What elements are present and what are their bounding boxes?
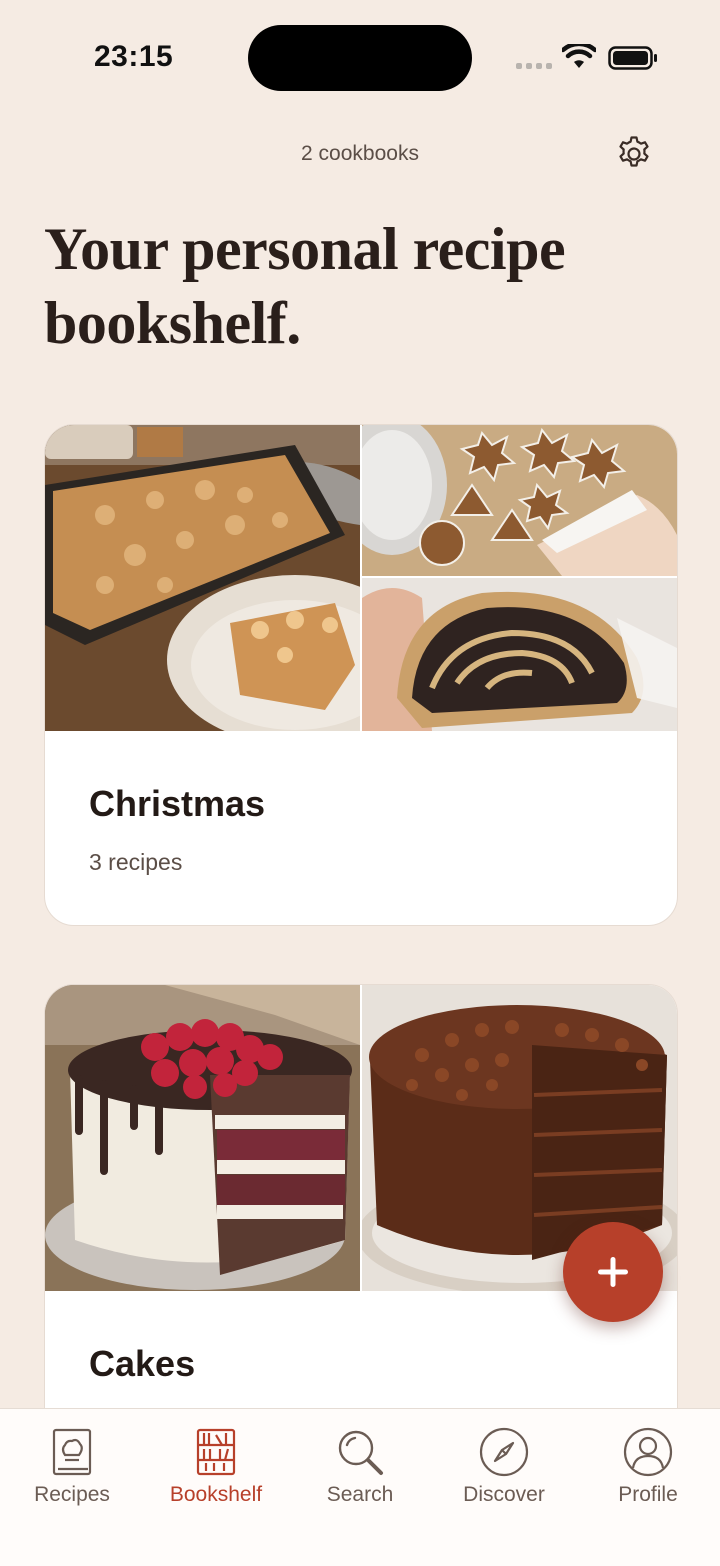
tab-recipes[interactable]: Recipes: [0, 1427, 144, 1507]
recipe-photo-gingerbread: [362, 425, 677, 576]
page-headline: Your personal recipe bookshelf.: [44, 216, 566, 356]
search-icon: [338, 1430, 383, 1475]
compass-icon: [479, 1427, 529, 1477]
status-time: 23:15: [94, 40, 174, 73]
tab-label: Bookshelf: [169, 1483, 263, 1506]
profile-icon: [623, 1427, 673, 1477]
cookbook-title: Cakes: [89, 1343, 196, 1384]
plus-icon: [598, 1257, 628, 1287]
cookbook-card-christmas[interactable]: Christmas 3 recipes: [44, 424, 678, 926]
cookbook-icon: [52, 1428, 92, 1476]
recipe-photo-raspberry-cake: [45, 985, 360, 1291]
cookbook-count: 2 cookbooks: [301, 142, 419, 165]
tab-label: Discover: [463, 1483, 545, 1506]
tab-profile[interactable]: Profile: [576, 1427, 720, 1507]
cookbook-cover-mosaic: [45, 425, 677, 731]
cookbook-title: Christmas: [89, 783, 266, 824]
tab-bookshelf[interactable]: Bookshelf: [144, 1427, 288, 1507]
tab-search[interactable]: Search: [288, 1427, 432, 1507]
battery-icon: [608, 46, 657, 70]
recipe-photo-poppy-seed-roll: [362, 578, 677, 731]
wifi-icon: [562, 44, 596, 68]
tab-label: Profile: [618, 1483, 678, 1506]
tab-label: Search: [326, 1483, 394, 1506]
cookbook-recipe-count: 3 recipes: [89, 849, 183, 875]
status-bar: 23:15: [0, 0, 720, 110]
bookshelf-icon: [196, 1428, 236, 1476]
tab-label: Recipes: [34, 1483, 110, 1506]
add-cookbook-button[interactable]: [563, 1222, 663, 1322]
settings-gear-icon[interactable]: [614, 134, 654, 174]
dynamic-island: [248, 25, 472, 91]
tab-discover[interactable]: Discover: [432, 1427, 576, 1507]
cellular-signal-icon: [516, 63, 552, 69]
bottom-tab-bar: Recipes Bookshelf Search Discover Profil…: [0, 1408, 720, 1566]
recipe-photo-crumb-cake: [45, 425, 360, 731]
